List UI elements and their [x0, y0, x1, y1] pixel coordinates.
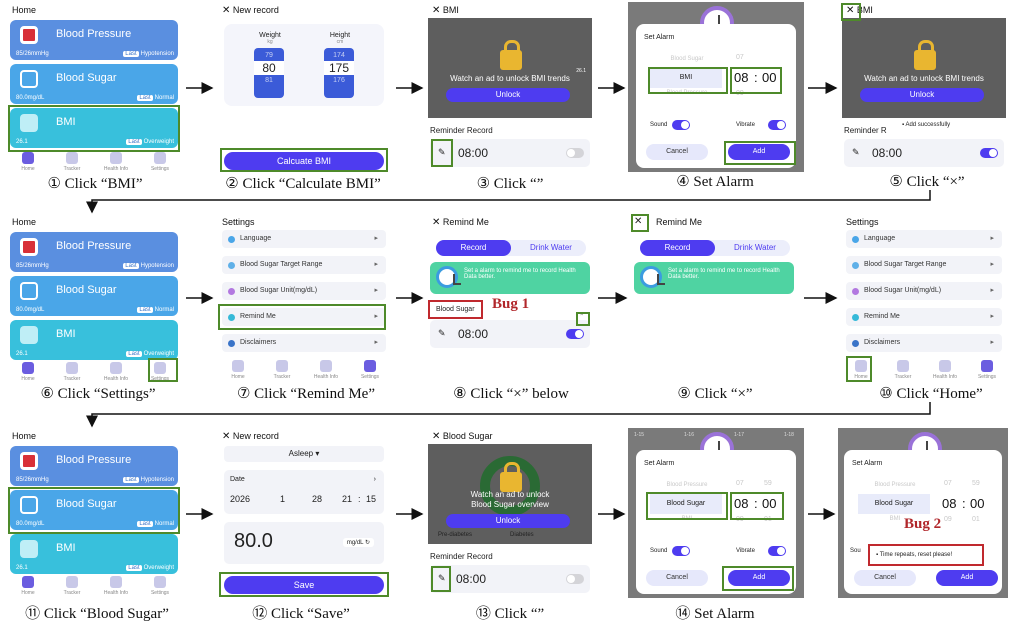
arrow [86, 190, 931, 214]
flow-diagram: { "captions": [ "① Click “BMI”","② Click… [0, 0, 1013, 627]
arrow [86, 402, 931, 428]
flow-arrows [86, 82, 931, 520]
